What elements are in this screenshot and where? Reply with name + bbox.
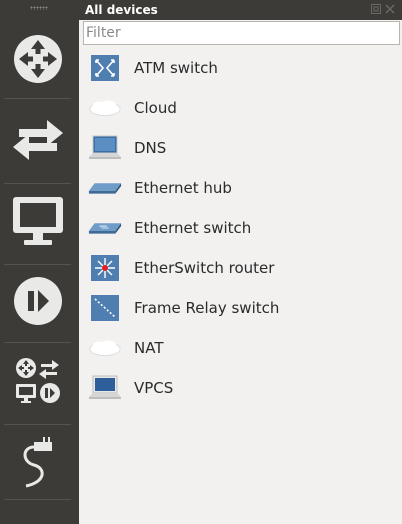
list-item[interactable]: Frame Relay switch — [83, 288, 400, 328]
browse-security-devices-button[interactable] — [0, 268, 75, 334]
laptop-icon — [89, 135, 121, 159]
device-label: Frame Relay switch — [134, 299, 280, 317]
browse-all-devices-button[interactable] — [0, 346, 75, 416]
add-link-button[interactable] — [0, 428, 75, 496]
device-label: Ethernet hub — [134, 179, 232, 197]
device-label: EtherSwitch router — [134, 259, 275, 277]
device-browser-window: All devices ATM switch — [0, 0, 402, 524]
frame-relay-switch-icon — [91, 295, 119, 321]
list-item[interactable]: ATM switch — [83, 48, 400, 88]
security-device-icon — [13, 277, 62, 325]
list-item[interactable]: Ethernet hub — [83, 168, 400, 208]
ethernet-hub-icon — [88, 183, 122, 194]
atm-switch-icon — [91, 55, 119, 81]
list-item[interactable]: Cloud — [83, 88, 400, 128]
dock-title: All devices — [85, 3, 158, 17]
list-item[interactable]: EtherSwitch router — [83, 248, 400, 288]
close-icon[interactable] — [385, 4, 395, 14]
list-item[interactable]: VPCS — [83, 368, 400, 408]
browse-switches-button[interactable] — [0, 108, 75, 174]
toolbar-grip[interactable] — [30, 6, 48, 10]
dock-title-bar: All devices — [79, 0, 402, 20]
switch-arrows-icon — [12, 120, 63, 160]
device-label: VPCS — [134, 379, 174, 397]
monitor-icon — [12, 197, 63, 245]
all-devices-icon — [15, 358, 60, 403]
vpcs-icon — [89, 375, 121, 399]
browse-end-devices-button[interactable] — [0, 188, 75, 254]
device-label: Cloud — [134, 99, 177, 117]
cloud-icon — [89, 100, 121, 116]
float-dock-icon[interactable] — [371, 4, 381, 14]
device-label: ATM switch — [134, 59, 218, 77]
etherswitch-router-icon — [91, 255, 119, 281]
cloud-icon — [89, 340, 121, 356]
cable-link-icon — [23, 437, 52, 488]
list-item[interactable]: Ethernet switch — [83, 208, 400, 248]
device-label: Ethernet switch — [134, 219, 252, 237]
browse-routers-button[interactable] — [0, 28, 75, 90]
router-icon — [13, 35, 62, 83]
device-toolbar — [0, 0, 75, 524]
ethernet-switch-icon — [88, 223, 122, 234]
devices-dock: All devices ATM switch — [79, 0, 402, 524]
filter-input[interactable] — [84, 22, 399, 44]
list-item[interactable]: NAT — [83, 328, 400, 368]
device-label: NAT — [134, 339, 164, 357]
list-item[interactable]: DNS — [83, 128, 400, 168]
filter-field-box — [83, 21, 400, 45]
device-label: DNS — [134, 139, 167, 157]
